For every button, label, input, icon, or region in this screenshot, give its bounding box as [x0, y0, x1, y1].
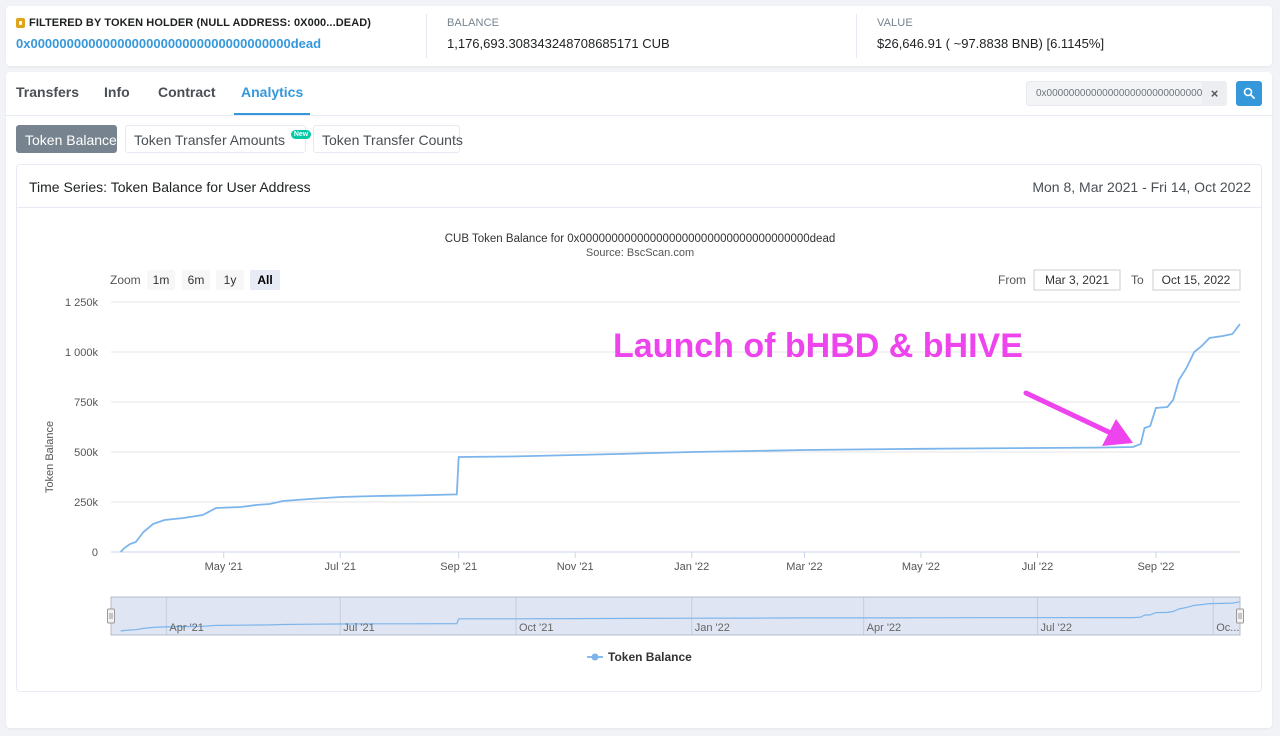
- legend-marker: [591, 653, 599, 661]
- new-badge: New: [290, 130, 312, 139]
- x-tick-label: Sep '22: [1137, 561, 1174, 573]
- x-tick-label: May '22: [902, 561, 940, 573]
- navigator-tick-label: Oct '21: [519, 622, 554, 634]
- y-tick-label: 500k: [74, 447, 98, 459]
- navigator[interactable]: Apr '21 Jul '21 Oct '21 Jan '22 Apr '22 Jul '…: [107, 596, 1244, 636]
- x-tick-label: Jan '22: [674, 561, 709, 573]
- zoom-label: Zoom: [110, 273, 141, 287]
- chart-card: Time Series: Token Balance for User Addr…: [16, 164, 1262, 692]
- active-tab-indicator: [234, 113, 310, 115]
- y-tick-label: 1 000k: [65, 347, 99, 359]
- navigator-right-handle[interactable]: [1236, 608, 1244, 624]
- x-axis-ticks: May '21 Jul '21 Sep '21 Nov '21 Jan '22 Mar '…: [205, 552, 1174, 573]
- filter-label-text: FILTERED BY TOKEN HOLDER (Null Address: …: [29, 17, 372, 29]
- x-tick-label: Jul '22: [1022, 561, 1053, 573]
- holder-address-link[interactable]: 0x000000000000000000000000000000000000de…: [16, 36, 426, 51]
- filter-label: FILTERED BY TOKEN HOLDER (Null Address: …: [16, 17, 426, 29]
- zoom-6m-label: 6m: [188, 273, 205, 287]
- holder-filter-column: FILTERED BY TOKEN HOLDER (Null Address: …: [6, 6, 426, 66]
- legend-label: Token Balance: [608, 650, 692, 664]
- navigator-left-handle[interactable]: [107, 608, 115, 624]
- subtab-token-transfer-amounts[interactable]: Token Transfer Amounts New: [125, 125, 312, 153]
- tab-contract[interactable]: Contract: [158, 84, 216, 100]
- y-tick-label: 1 250k: [65, 297, 99, 309]
- zoom-6m-button[interactable]: 6m: [182, 270, 210, 290]
- value-label: VALUE: [877, 17, 913, 29]
- token-icon: [16, 18, 25, 28]
- x-tick-label: Nov '21: [557, 561, 594, 573]
- search-button[interactable]: [1236, 81, 1262, 106]
- navigator-tick-label: Jul '22: [1041, 622, 1072, 634]
- navigator-tick-label: Apr '21: [169, 622, 204, 634]
- zoom-1m-label: 1m: [153, 273, 170, 287]
- zoom-all-button[interactable]: All: [250, 270, 280, 290]
- y-tick-label: 750k: [74, 397, 98, 409]
- holder-summary-card: FILTERED BY TOKEN HOLDER (Null Address: …: [6, 6, 1272, 66]
- subtab-transfer-amounts-label: Token Transfer Amounts: [134, 132, 285, 148]
- to-date-value: Oct 15, 2022: [1162, 273, 1231, 287]
- clear-search-button[interactable]: ×: [1202, 81, 1227, 106]
- chart-subtitle: Source: BscScan.com: [586, 247, 694, 259]
- y-axis-label: Token Balance: [44, 421, 56, 493]
- from-date-value: Mar 3, 2021: [1045, 273, 1109, 287]
- to-date-input[interactable]: Oct 15, 2022: [1152, 269, 1241, 291]
- navigator-tick-label: Oc...: [1216, 622, 1239, 634]
- search-input[interactable]: 0x000000000000000000000000000000...: [1026, 81, 1222, 106]
- value-column: VALUE $26,646.91 ( ~97.8838 BNB) [6.1145…: [856, 14, 1272, 58]
- y-tick-label: 0: [92, 547, 98, 559]
- y-tick-label: 250k: [74, 497, 98, 509]
- x-tick-label: Mar '22: [786, 561, 822, 573]
- x-tick-label: May '21: [205, 561, 243, 573]
- token-balance-chart: CUB Token Balance for 0x0000000000000000…: [44, 233, 1244, 664]
- x-tick-label: Jul '21: [325, 561, 356, 573]
- to-label: To: [1131, 273, 1144, 287]
- tab-info[interactable]: Info: [104, 84, 130, 100]
- from-date-input[interactable]: Mar 3, 2021: [1033, 269, 1121, 291]
- value-amount: $26,646.91 ( ~97.8838 BNB) [6.1145%]: [877, 36, 1105, 51]
- balance-column: BALANCE 1,176,693.308343248708685171 CUB: [426, 14, 856, 58]
- subtab-token-balance[interactable]: Token Balance: [16, 125, 117, 153]
- zoom-1m-button[interactable]: 1m: [147, 270, 175, 290]
- navigator-tick-label: Jan '22: [695, 622, 730, 634]
- main-card: Transfers Info Contract Analytics 0x0000…: [6, 72, 1272, 728]
- tab-bar: Transfers Info Contract Analytics 0x0000…: [6, 72, 1272, 116]
- balance-value: 1,176,693.308343248708685171 CUB: [447, 36, 670, 51]
- navigator-tick-label: Jul '21: [343, 622, 374, 634]
- search-icon: [1243, 87, 1255, 99]
- tab-analytics[interactable]: Analytics: [241, 84, 303, 100]
- zoom-1y-label: 1y: [224, 273, 237, 287]
- subtab-token-transfer-counts[interactable]: Token Transfer Counts: [313, 125, 463, 153]
- tab-transfers[interactable]: Transfers: [16, 84, 79, 100]
- zoom-1y-button[interactable]: 1y: [216, 270, 244, 290]
- zoom-all-label: All: [257, 273, 272, 287]
- annotation-text: Launch of bHBD & bHIVE: [613, 327, 1023, 365]
- balance-label: BALANCE: [447, 17, 500, 29]
- y-axis-ticks: 0 250k 500k 750k 1 000k 1 250k: [65, 297, 99, 559]
- chart-title: CUB Token Balance for 0x0000000000000000…: [445, 233, 836, 245]
- x-tick-label: Sep '21: [440, 561, 477, 573]
- annotation-arrow: [1023, 390, 1133, 446]
- from-label: From: [998, 273, 1026, 287]
- navigator-tick-label: Apr '22: [867, 622, 902, 634]
- legend-item-token-balance[interactable]: Token Balance: [587, 650, 692, 664]
